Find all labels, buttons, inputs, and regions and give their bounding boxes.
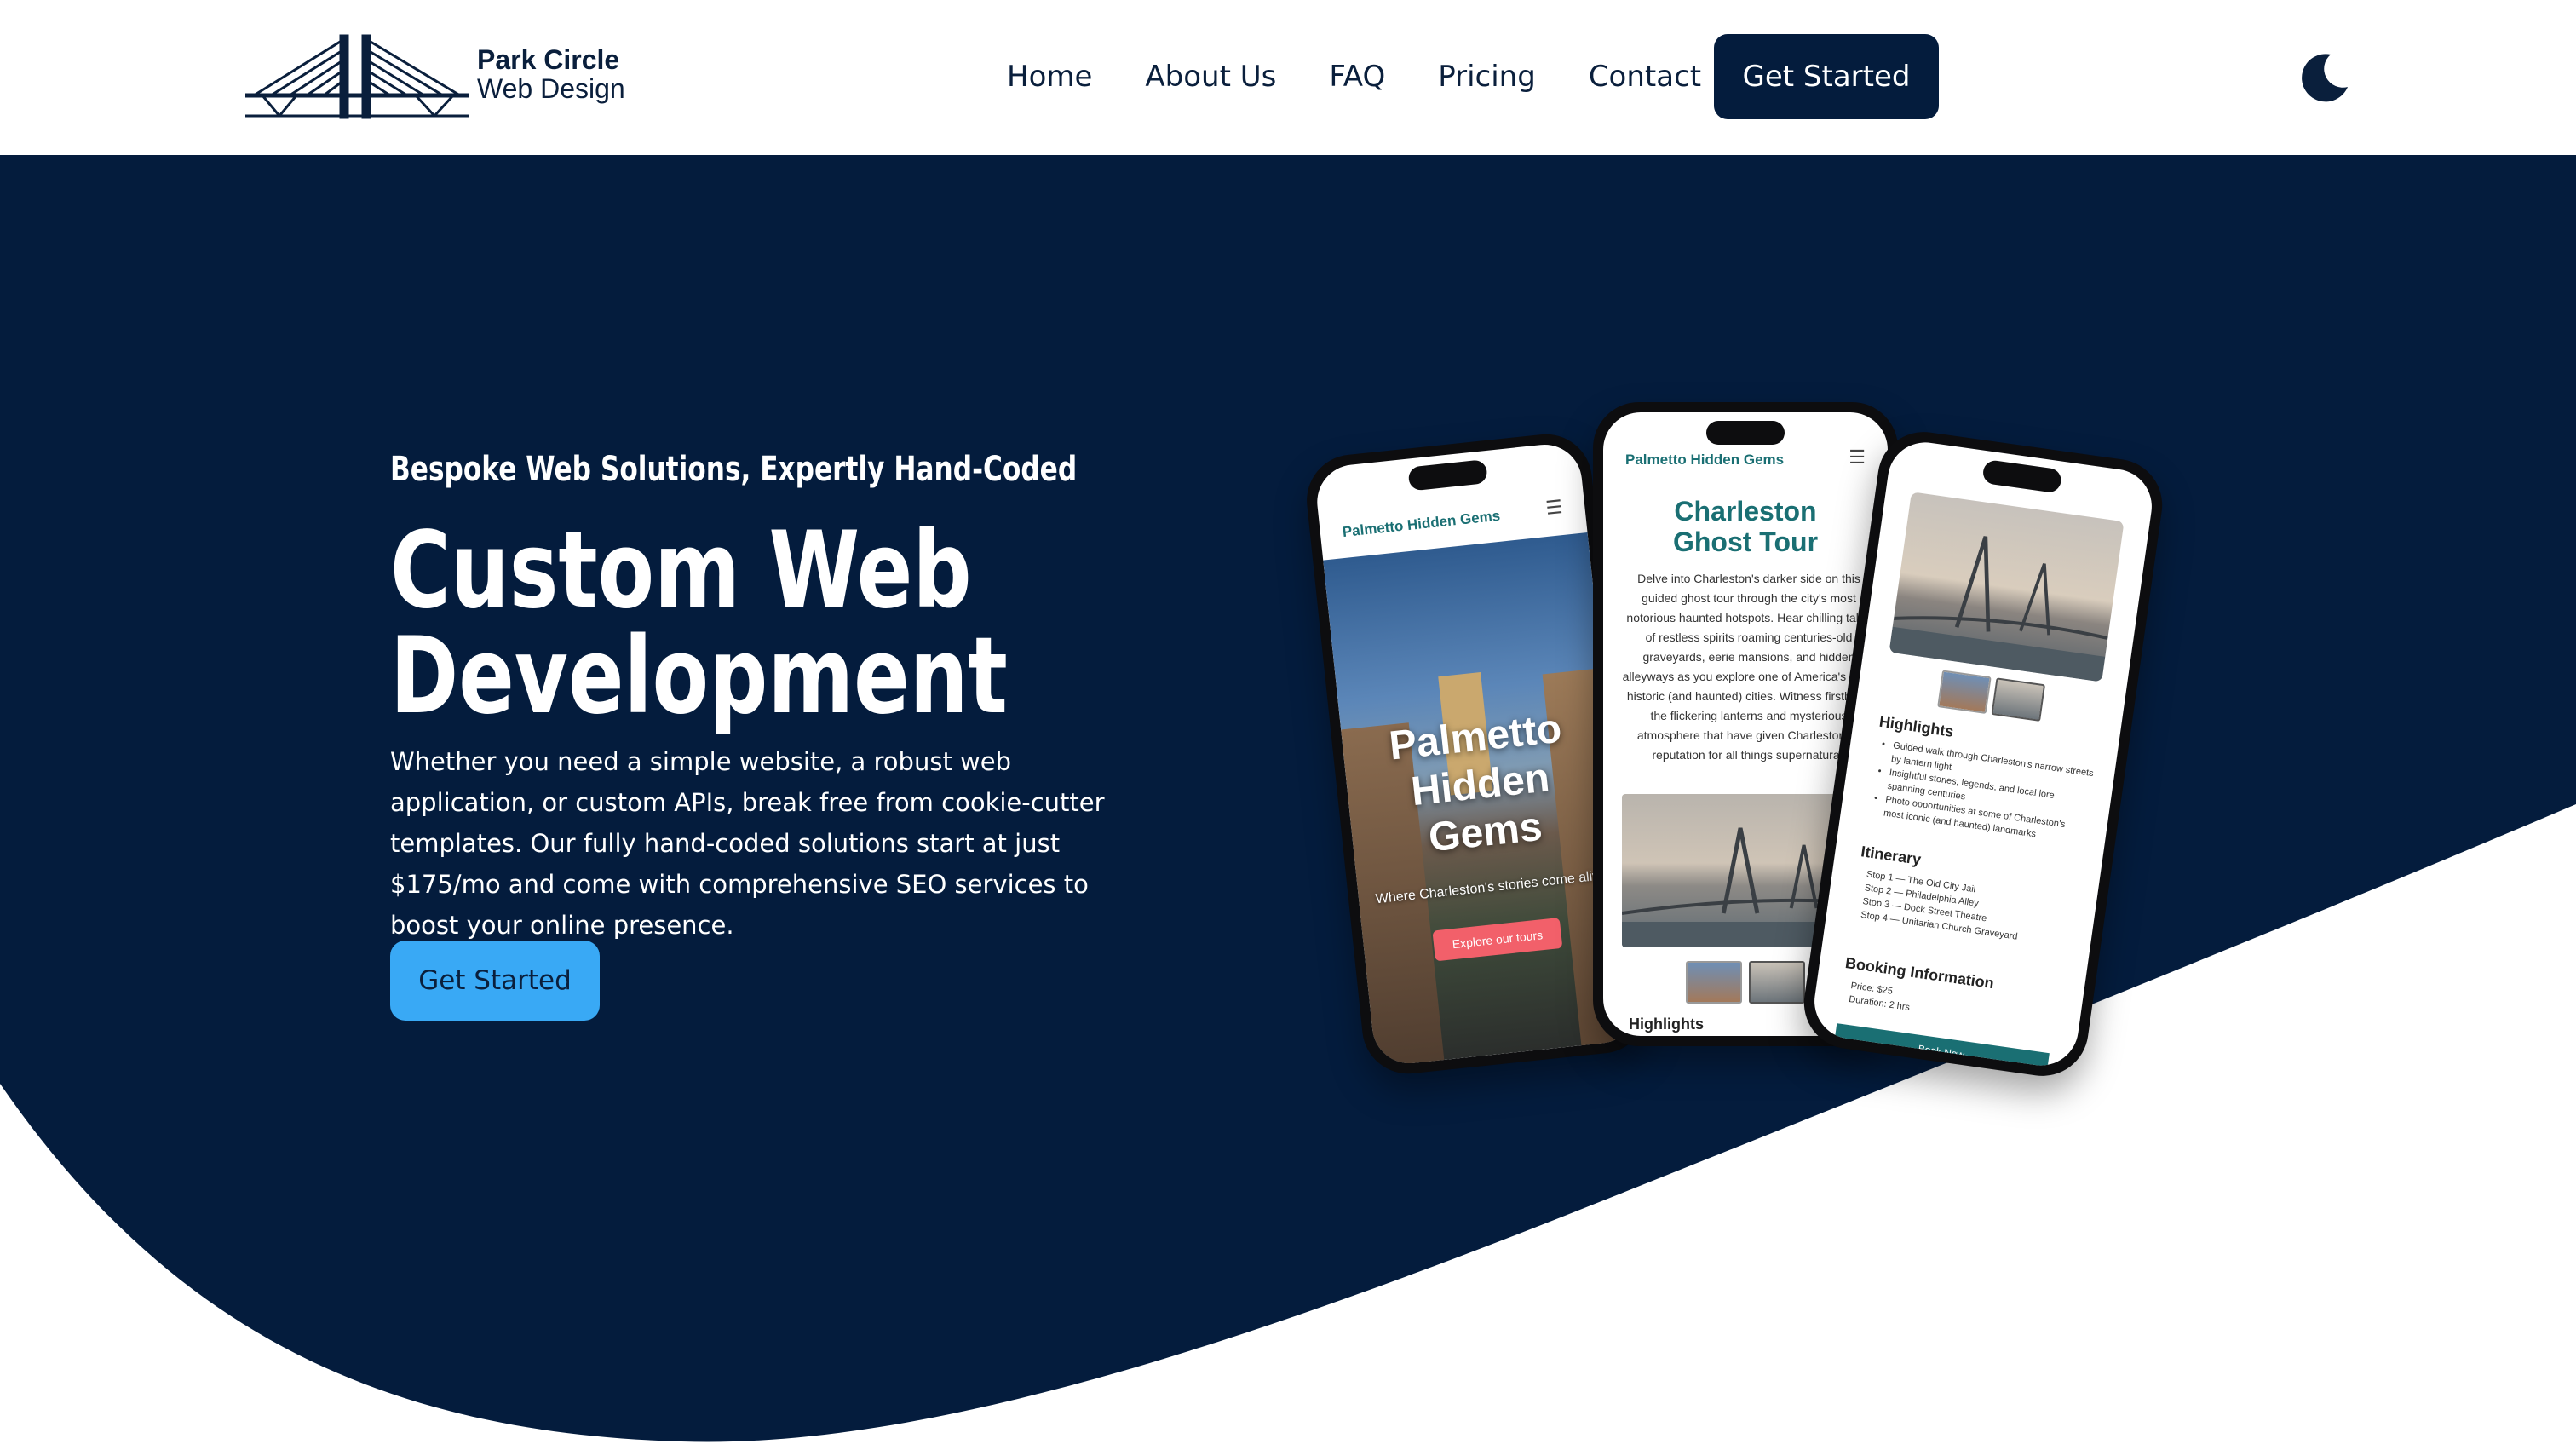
thumbnail <box>1686 961 1742 1004</box>
explore-tours-button: Explore our tours <box>1432 917 1563 962</box>
bridge-logo-icon <box>245 34 469 119</box>
itinerary-heading: Itinerary <box>1860 843 1923 868</box>
phone-screen-left: Palmetto Hidden Gems ☰ Palmetto Hidden G… <box>1313 440 1642 1067</box>
phone-notch <box>1706 421 1785 445</box>
tour-description: Delve into Charleston's darker side on t… <box>1622 572 1876 762</box>
highlights-heading: Highlights <box>1629 1016 1704 1033</box>
brand-name: Park Circle Web Design <box>477 46 625 102</box>
brand-line-2: Web Design <box>477 73 625 104</box>
itinerary-list: Stop 1 — The Old City Jail Stop 2 — Phil… <box>1860 867 2076 951</box>
nav-get-started-button[interactable]: Get Started <box>1714 34 1939 119</box>
thumbnail <box>1937 670 1992 715</box>
hero-subtitle: Bespoke Web Solutions, Expertly Hand-Cod… <box>390 450 1078 489</box>
thumbnail <box>1749 961 1805 1004</box>
main-nav: Home About Us FAQ Pricing Contact <box>1007 34 1754 119</box>
tour-title-line: Ghost Tour <box>1672 526 1819 557</box>
hamburger-menu-icon: ☰ <box>1544 496 1564 519</box>
app-brand: Palmetto Hidden Gems <box>1341 507 1501 541</box>
hamburger-menu-icon: ☰ <box>1849 446 1866 468</box>
brand-line-1: Park Circle <box>477 44 620 75</box>
highlights-heading: Highlights <box>1877 712 1955 740</box>
app-brand: Palmetto Hidden Gems <box>1625 452 1785 468</box>
nav-contact[interactable]: Contact <box>1589 60 1701 94</box>
theme-toggle-button[interactable] <box>2297 49 2351 104</box>
hero-title-line-2: Development <box>390 615 1008 738</box>
moon-icon <box>2302 54 2348 102</box>
brand-logo[interactable]: Park Circle Web Design <box>245 32 637 121</box>
thumbnail <box>1991 677 2046 722</box>
site-header: Park Circle Web Design Home About Us FAQ… <box>0 0 2576 155</box>
hero-title: Custom Web Development <box>390 518 1008 729</box>
bridge-photo-art <box>1889 536 2108 682</box>
bridge-photo <box>1889 492 2125 682</box>
app-hero-title: Palmetto Hidden Gems <box>1341 700 1620 871</box>
tour-title-line: Charleston <box>1674 496 1817 526</box>
hero-description: Whether you need a simple website, a rob… <box>390 747 1105 940</box>
highlights-list: Guided walk through Charleston's narrow … <box>1874 738 2095 849</box>
hero-background <box>0 155 2576 1442</box>
nav-pricing[interactable]: Pricing <box>1438 60 1536 94</box>
nav-faq[interactable]: FAQ <box>1329 60 1385 94</box>
hero-get-started-button[interactable]: Get Started <box>390 941 600 1021</box>
nav-home[interactable]: Home <box>1007 60 1092 94</box>
tour-title: Charleston Ghost Tour <box>1603 496 1888 557</box>
hero-title-line-1: Custom Web <box>390 509 972 632</box>
nav-about-us[interactable]: About Us <box>1145 60 1276 94</box>
